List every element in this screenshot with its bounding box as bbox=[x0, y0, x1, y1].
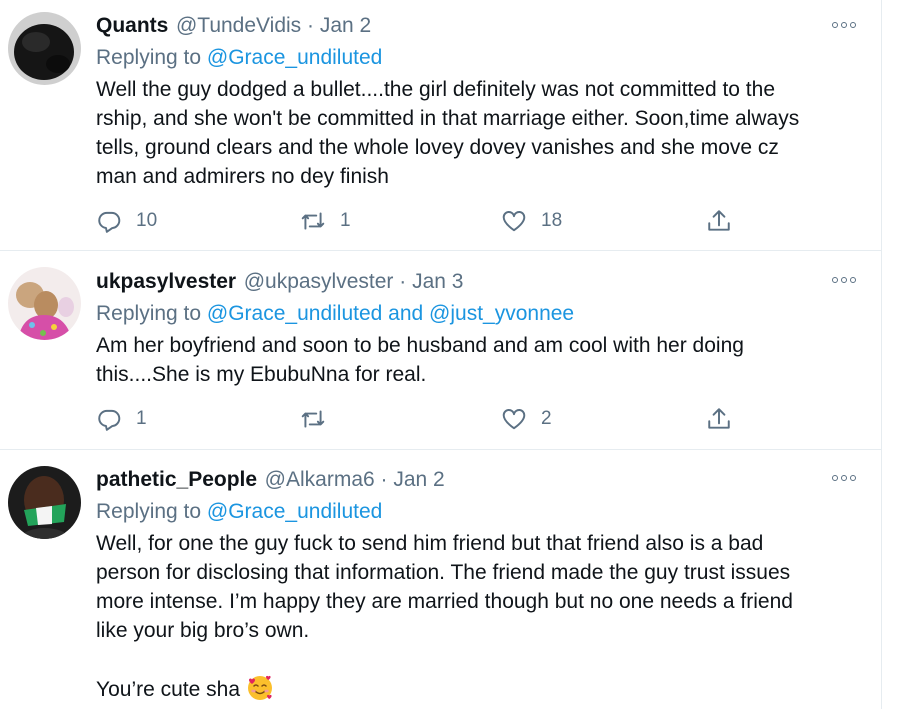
tweet-text-line: person for disclosing that information. … bbox=[96, 561, 791, 584]
tweet-content: pathetic_People @Alkarma6 · Jan 2 Replyi… bbox=[96, 466, 841, 703]
reply-button[interactable]: 10 bbox=[96, 206, 157, 236]
replying-to-prefix: Replying to bbox=[96, 500, 207, 523]
reply-count: 10 bbox=[136, 210, 158, 231]
heart-icon bbox=[502, 409, 526, 430]
separator: · bbox=[393, 270, 413, 293]
separator: · bbox=[374, 468, 394, 491]
tweet-text-line: more intense. I’m happy they are married… bbox=[96, 590, 793, 613]
tweet-text-line: Well, for one the guy fuck to send him f… bbox=[96, 532, 764, 555]
tweet-text: Am her boyfriend and soon to be husband … bbox=[96, 331, 841, 389]
mention-link[interactable]: @Grace_undiluted bbox=[207, 46, 382, 69]
share-button[interactable] bbox=[706, 404, 732, 434]
more-options-icon[interactable] bbox=[831, 472, 857, 484]
tweet-actions: 1 2 bbox=[96, 404, 746, 434]
tweet-date[interactable]: Jan 3 bbox=[412, 270, 463, 293]
tweet-header: ukpasylvester @ukpasylvester · Jan 3 bbox=[96, 268, 841, 296]
retweet-count: 1 bbox=[340, 210, 351, 231]
smiling-face-with-hearts-emoji bbox=[248, 675, 272, 700]
like-count: 2 bbox=[541, 408, 552, 429]
retweet-button[interactable] bbox=[300, 404, 340, 434]
tweet-text-line: rship, and she won't be committed in tha… bbox=[96, 107, 800, 130]
mention-link[interactable]: @Grace_undiluted and @just_yvonnee bbox=[207, 302, 574, 325]
tweet-date[interactable]: Jan 2 bbox=[393, 468, 444, 491]
replying-to: Replying to @Grace_undiluted and @just_y… bbox=[96, 299, 841, 329]
tweet-header: pathetic_People @Alkarma6 · Jan 2 bbox=[96, 466, 841, 494]
timeline: Quants @TundeVidis · Jan 2 Replying to @… bbox=[0, 0, 882, 709]
tweet-date[interactable]: Jan 2 bbox=[320, 14, 371, 37]
more-options-icon[interactable] bbox=[831, 19, 857, 31]
user-handle[interactable]: @Alkarma6 bbox=[263, 468, 375, 491]
display-name[interactable]: Quants bbox=[96, 14, 168, 37]
mention-link[interactable]: @Grace_undiluted bbox=[207, 500, 382, 523]
user-handle[interactable]: @TundeVidis bbox=[174, 14, 301, 37]
retweet-icon bbox=[301, 212, 325, 230]
separator: · bbox=[301, 14, 320, 37]
like-button[interactable]: 2 bbox=[501, 404, 552, 434]
tweet-text-line: You’re cute sha bbox=[96, 674, 841, 703]
tweet-content: Quants @TundeVidis · Jan 2 Replying to @… bbox=[96, 12, 841, 191]
more-options-icon[interactable] bbox=[831, 274, 857, 286]
reply-icon bbox=[98, 409, 121, 431]
share-icon bbox=[708, 210, 730, 231]
tweet-text-last: You’re cute sha bbox=[96, 678, 240, 701]
tweet-text-line: man and admirers no dey finish bbox=[96, 165, 389, 188]
tweet-text-line: Am her boyfriend and soon to be husband … bbox=[96, 334, 744, 357]
reply-icon bbox=[98, 211, 121, 233]
avatar[interactable] bbox=[8, 466, 81, 539]
replying-to-prefix: Replying to bbox=[96, 302, 207, 325]
tweet-actions: 10 1 18 bbox=[96, 206, 746, 236]
avatar[interactable] bbox=[8, 267, 81, 340]
share-icon bbox=[708, 408, 730, 429]
tweet-text: Well, for one the guy fuck to send him f… bbox=[96, 529, 841, 703]
avatar[interactable] bbox=[8, 12, 81, 85]
reply-count: 1 bbox=[136, 408, 147, 429]
display-name[interactable]: ukpasylvester bbox=[96, 270, 236, 293]
tweet-text-line: Well the guy dodged a bullet....the girl… bbox=[96, 78, 775, 101]
tweet-header: Quants @TundeVidis · Jan 2 bbox=[96, 12, 841, 40]
tweet-text-line: this....She is my EbubuNna for real. bbox=[96, 363, 427, 386]
like-count: 18 bbox=[541, 210, 563, 231]
tweet-text: Well the guy dodged a bullet....the girl… bbox=[96, 75, 841, 191]
user-handle[interactable]: @ukpasylvester bbox=[242, 270, 394, 293]
heart-icon bbox=[502, 211, 526, 232]
replying-to-prefix: Replying to bbox=[96, 46, 207, 69]
tweet-content: ukpasylvester @ukpasylvester · Jan 3 Rep… bbox=[96, 268, 841, 389]
like-button[interactable]: 18 bbox=[501, 206, 562, 236]
share-button[interactable] bbox=[706, 206, 732, 236]
replying-to: Replying to @Grace_undiluted bbox=[96, 497, 841, 527]
retweet-button[interactable]: 1 bbox=[300, 206, 351, 236]
retweet-icon bbox=[301, 410, 325, 428]
tweet-text-line: like your big bro’s own. bbox=[96, 619, 310, 642]
replying-to: Replying to @Grace_undiluted bbox=[96, 43, 841, 73]
display-name[interactable]: pathetic_People bbox=[96, 468, 257, 491]
reply-button[interactable]: 1 bbox=[96, 404, 147, 434]
tweet-text-line: tells, ground clears and the whole lovey… bbox=[96, 136, 779, 159]
